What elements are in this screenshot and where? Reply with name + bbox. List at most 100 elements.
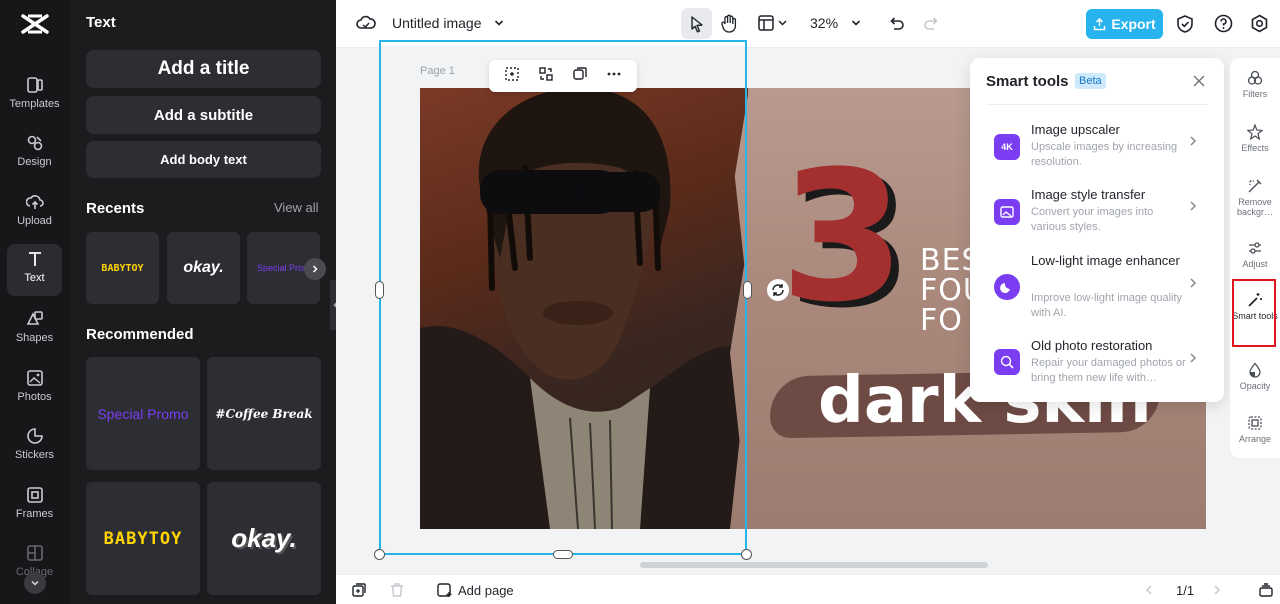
design-headline-line[interactable]: FO	[920, 303, 963, 338]
next-page-button[interactable]	[1212, 584, 1222, 596]
rail-label: Stickers	[14, 449, 55, 461]
export-button[interactable]: Export	[1086, 9, 1163, 39]
add-page-button[interactable]: Add page	[458, 583, 514, 598]
rail-item-frames[interactable]: Frames	[7, 480, 62, 532]
tool-old-photo-restoration[interactable]: Old photo restoration Repair your damage…	[986, 335, 1208, 395]
hand-tool-button[interactable]	[720, 14, 738, 34]
add-subtitle-button[interactable]: Add a subtitle	[86, 96, 321, 134]
rail-item-photos[interactable]: Photos	[7, 363, 62, 415]
recent-text-style[interactable]: okay.	[167, 232, 240, 304]
text-panel: Text Add a title Add a subtitle Add body…	[70, 0, 336, 604]
close-button[interactable]	[1192, 74, 1206, 93]
tool-low-light-enhancer[interactable]: Low-light image enhancer Improve low-lig…	[986, 250, 1208, 326]
floating-toolbar	[489, 60, 637, 92]
rail-label: Upload	[17, 215, 52, 227]
chevron-right-icon	[312, 265, 318, 273]
rail-label: Text	[24, 272, 45, 284]
resize-handle[interactable]	[374, 549, 385, 560]
zoom-dropdown-icon[interactable]	[850, 17, 862, 29]
rail-label: Frames	[15, 508, 54, 520]
select-tool-button[interactable]	[681, 8, 712, 39]
delete-page-button[interactable]	[389, 582, 405, 598]
add-body-text-button[interactable]: Add body text	[86, 141, 321, 178]
resize-handle[interactable]	[553, 550, 573, 559]
portrait-photo[interactable]	[420, 88, 748, 529]
view-all-link[interactable]: View all	[274, 200, 319, 215]
recommended-text-style[interactable]: okay.	[207, 482, 321, 595]
layout-button[interactable]	[758, 15, 790, 31]
add-page-icon[interactable]	[436, 582, 452, 598]
more-options-icon[interactable]	[606, 66, 622, 87]
hand-icon	[721, 14, 737, 33]
page-manager-button[interactable]	[1258, 582, 1274, 598]
tool-name: Image style transfer	[1031, 187, 1146, 202]
crop-select-icon[interactable]	[504, 66, 520, 87]
tool-image-upscaler[interactable]: 4K Image upscaler Upscale images by incr…	[986, 118, 1208, 178]
chevron-right-icon	[1214, 585, 1221, 595]
help-button[interactable]	[1214, 14, 1233, 33]
shield-button[interactable]	[1176, 14, 1194, 34]
export-label: Export	[1111, 16, 1156, 32]
undo-button[interactable]	[888, 15, 906, 31]
cloud-sync-icon[interactable]	[356, 14, 376, 32]
tool-name: Image upscaler	[1031, 122, 1120, 137]
effects-icon	[1247, 124, 1263, 140]
rail-item-upload[interactable]: Upload	[7, 187, 62, 239]
rail-expand-button[interactable]	[24, 572, 46, 594]
capcut-logo-icon[interactable]	[20, 12, 50, 36]
recommended-text-style[interactable]: BABYTOY	[86, 482, 200, 595]
settings-button[interactable]	[1250, 14, 1269, 33]
remove-background-icon	[1248, 179, 1262, 193]
replace-icon[interactable]	[538, 66, 554, 87]
resize-handle[interactable]	[741, 549, 752, 560]
page-count: 1/1	[1176, 583, 1195, 598]
resize-handle[interactable]	[743, 281, 752, 299]
zoom-level[interactable]: 32%	[810, 15, 838, 31]
recents-next-button[interactable]	[304, 258, 326, 280]
document-title[interactable]: Untitled image	[392, 15, 482, 31]
redo-button[interactable]	[922, 15, 940, 31]
tool-opacity[interactable]: Opacity	[1230, 362, 1280, 391]
shield-icon	[1177, 15, 1193, 33]
prev-page-button[interactable]	[1144, 584, 1154, 596]
collage-icon	[26, 545, 43, 561]
rail-item-shapes[interactable]: Shapes	[7, 304, 62, 356]
tool-name: Low-light image enhancer	[1031, 253, 1180, 268]
recommended-text-style[interactable]: Special Promo	[86, 357, 200, 470]
design-number[interactable]: 3	[780, 148, 905, 328]
upload-icon	[25, 195, 44, 209]
title-dropdown-icon[interactable]	[493, 17, 505, 29]
rail-item-design[interactable]: Design	[7, 128, 62, 180]
rotate-button[interactable]	[767, 279, 789, 301]
tool-arrange[interactable]: Arrange	[1230, 415, 1280, 444]
export-icon	[1094, 17, 1106, 30]
add-title-button[interactable]: Add a title	[86, 50, 321, 88]
right-tool-label: Adjust	[1242, 259, 1268, 269]
moon-icon	[994, 274, 1020, 300]
chevron-left-icon	[1145, 585, 1152, 595]
resize-handle[interactable]	[375, 281, 384, 299]
tool-filters[interactable]: Filters	[1230, 70, 1280, 99]
beta-badge: Beta	[1075, 73, 1106, 89]
tool-description: Improve low-light image quality with AI.	[1031, 292, 1183, 319]
tool-name: Old photo restoration	[1031, 338, 1153, 353]
recent-text-style[interactable]: BABYTOY	[86, 232, 159, 304]
chevron-right-icon	[1188, 276, 1198, 292]
recommended-text-style[interactable]: #Coffee Break	[207, 357, 321, 470]
rail-item-text[interactable]: Text	[7, 244, 62, 296]
duplicate-icon[interactable]	[572, 66, 588, 87]
filters-icon	[1247, 70, 1263, 85]
horizontal-scrollbar[interactable]	[640, 562, 988, 568]
tool-image-style-transfer[interactable]: Image style transfer Convert your images…	[986, 183, 1208, 243]
opacity-icon	[1249, 362, 1261, 378]
tool-remove-background[interactable]: Remove backgr…	[1230, 178, 1280, 217]
rail-item-stickers[interactable]: Stickers	[7, 421, 62, 473]
tool-effects[interactable]: Effects	[1230, 124, 1280, 153]
smart-tools-title: Smart tools	[986, 73, 1069, 90]
rail-label: Photos	[17, 391, 52, 403]
duplicate-page-button[interactable]	[351, 582, 367, 598]
right-tool-label: Arrange	[1238, 434, 1272, 444]
right-tools-rail: Filters Effects Remove backgr… Adjust Sm…	[1230, 58, 1280, 458]
rail-item-templates[interactable]: Templates	[7, 70, 62, 122]
tool-adjust[interactable]: Adjust	[1230, 240, 1280, 269]
